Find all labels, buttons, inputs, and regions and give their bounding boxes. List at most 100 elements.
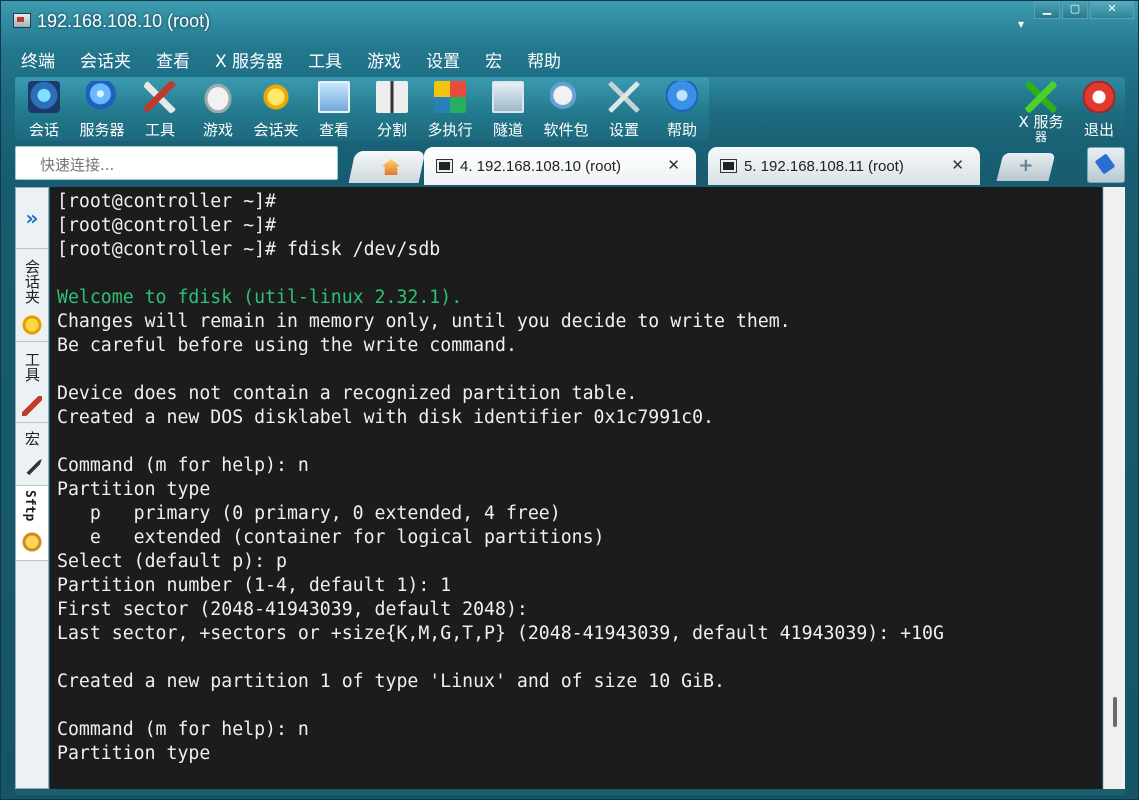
terminal-line: e extended (container for logical partit…	[57, 527, 605, 548]
exit-button[interactable]: 退出	[1070, 79, 1128, 141]
sidebar-tab-macros[interactable]: 宏	[16, 423, 48, 486]
menu-item-6[interactable]: 设置	[420, 47, 460, 75]
terminal-line: p primary (0 primary, 0 extended, 4 free…	[57, 503, 561, 524]
multiexec-icon	[434, 81, 466, 113]
sidebar-tab-label: Sftp	[22, 490, 37, 522]
toolbar-button-11[interactable]: 帮助	[653, 79, 711, 141]
toolbar-button-label: 服务器	[79, 121, 125, 139]
scrollbar-thumb[interactable]	[1113, 697, 1117, 727]
window-controls: ▁ ▢ ✕	[1032, 1, 1134, 19]
toolbar-button-label: 会话	[28, 121, 59, 139]
xserver-button[interactable]: X 服务 器	[1012, 79, 1070, 143]
menu-item-3[interactable]: X 服务器	[209, 47, 283, 75]
toolbar-button-2[interactable]: 工具	[131, 79, 189, 141]
terminal-scrollbar[interactable]	[1103, 187, 1125, 789]
macro-icon	[22, 459, 42, 479]
menu-item-5[interactable]: 游戏	[361, 47, 401, 75]
toolbar-button-1[interactable]: 服务器	[73, 79, 131, 141]
menu-item-7[interactable]: 宏	[479, 47, 502, 75]
close-tab-icon[interactable]: ✕	[667, 156, 680, 174]
toolbar-button-label: 工具	[144, 121, 175, 139]
menu-item-8[interactable]: 帮助	[521, 47, 561, 75]
toolbar-button-label: 游戏	[202, 121, 233, 139]
toolbar: 会话 服务器 工具 游戏 会话夹 查看 分割 多执行 隧道 软件包 设置 帮助 X 服务 器 退出	[15, 77, 1128, 143]
sidebar-tab-tools[interactable]: 工具	[16, 342, 48, 423]
terminal-line: Command (m for help): n	[57, 455, 309, 476]
session-tab-label: 4. 192.168.108.10 (root)	[460, 158, 621, 175]
games-icon	[202, 81, 234, 113]
power-icon	[1083, 81, 1115, 113]
toolbar-button-5[interactable]: 查看	[305, 79, 363, 141]
toolbar-main-group: 会话 服务器 工具 游戏 会话夹 查看 分割 多执行 隧道 软件包 设置 帮助	[15, 77, 709, 141]
title-bar[interactable]: 192.168.108.10 (root) ▾ ▁ ▢ ✕	[1, 1, 1139, 45]
terminal-line: First sector (2048-41943039, default 204…	[57, 599, 528, 620]
session-icon	[28, 81, 60, 113]
side-panel-toggle-button[interactable]	[1087, 147, 1125, 183]
terminal-app-icon	[13, 13, 31, 28]
session-tab-strip: 4. 192.168.108.10 (root) ✕ 5. 192.168.10…	[346, 147, 1086, 185]
maximize-button[interactable]: ▢	[1062, 1, 1088, 19]
menu-item-2[interactable]: 查看	[150, 47, 190, 75]
window-title: 192.168.108.10 (root)	[37, 11, 211, 31]
toolbar-button-label: 隧道	[492, 121, 523, 139]
mobaxterm-window: 192.168.108.10 (root) ▾ ▁ ▢ ✕ 终端 会话夹 查看 X 服…	[0, 0, 1139, 800]
terminal-line: Changes will remain in memory only, unti…	[57, 311, 791, 332]
toolbar-button-6[interactable]: 分割	[363, 79, 421, 141]
close-button[interactable]: ✕	[1090, 1, 1134, 19]
exit-label: 退出	[1083, 121, 1114, 139]
terminal-line: Welcome to fdisk (util-linux 2.32.1).	[57, 287, 463, 308]
star-icon	[22, 315, 42, 335]
terminal-line: Created a new DOS disklabel with disk id…	[57, 407, 714, 428]
quick-connect-input[interactable]	[15, 146, 338, 180]
sidebar-tab-sessions[interactable]: 会话夹	[16, 249, 48, 342]
menu-item-1[interactable]: 会话夹	[74, 47, 131, 75]
toolbar-button-9[interactable]: 软件包	[537, 79, 595, 141]
toolbar-button-label: 会话夹	[253, 121, 299, 139]
toolbar-button-3[interactable]: 游戏	[189, 79, 247, 141]
packages-icon	[550, 81, 582, 113]
session-tab-4[interactable]: 4. 192.168.108.10 (root) ✕	[424, 147, 696, 185]
terminal-line: Created a new partition 1 of type 'Linux…	[57, 671, 725, 692]
tabs-menu-arrow-icon[interactable]: ▾	[1018, 17, 1024, 31]
session-tab-label: 5. 192.168.108.11 (root)	[744, 158, 904, 175]
expand-sidebar-icon[interactable]: »	[16, 188, 48, 249]
split-icon	[376, 81, 408, 113]
toolbar-button-10[interactable]: 设置	[595, 79, 653, 141]
terminal-line: Command (m for help): n	[57, 719, 309, 740]
close-tab-icon[interactable]: ✕	[951, 156, 964, 174]
plus-icon: +	[1018, 155, 1034, 176]
terminal-line: Partition type	[57, 743, 211, 764]
terminal-output[interactable]: [root@controller ~]# [root@controller ~]#…	[50, 187, 1102, 792]
side-panel: » 会话夹 工具 宏 Sftp	[15, 187, 49, 789]
sidebar-tab-sftp[interactable]: Sftp	[16, 486, 48, 561]
session-tab-5[interactable]: 5. 192.168.108.11 (root) ✕	[708, 147, 980, 185]
minimize-button[interactable]: ▁	[1034, 1, 1060, 19]
sftp-icon	[22, 532, 42, 552]
terminal-line: Last sector, +sectors or +size{K,M,G,T,P…	[57, 623, 944, 644]
terminal-tab-icon	[436, 159, 453, 173]
new-tab-button[interactable]: +	[996, 153, 1056, 181]
toolbar-button-label: 设置	[608, 121, 639, 139]
sidebar-tab-label: 会话夹	[23, 259, 41, 304]
menu-item-0[interactable]: 终端	[15, 47, 55, 75]
toolbar-button-0[interactable]: 会话	[15, 79, 73, 141]
toolbar-button-label: 分割	[376, 121, 407, 139]
sidebar-tab-label: 宏	[23, 431, 41, 446]
favorites-star-icon	[260, 81, 292, 113]
terminal-line: Be careful before using the write comman…	[57, 335, 517, 356]
terminal-line: Partition number (1-4, default 1): 1	[57, 575, 452, 596]
toolbar-button-label: 软件包	[543, 121, 589, 139]
terminal-tab-icon	[720, 159, 737, 173]
close-icon: ✕	[1107, 2, 1117, 15]
terminal-line: Select (default p): p	[57, 551, 287, 572]
menu-item-4[interactable]: 工具	[302, 47, 342, 75]
toolbar-button-label: 查看	[318, 121, 349, 139]
toolbar-button-4[interactable]: 会话夹	[247, 79, 305, 141]
toolbar-button-7[interactable]: 多执行	[421, 79, 479, 141]
toolbar-button-8[interactable]: 隧道	[479, 79, 537, 141]
menu-bar: 终端 会话夹 查看 X 服务器 工具 游戏 设置宏帮助	[15, 47, 580, 75]
